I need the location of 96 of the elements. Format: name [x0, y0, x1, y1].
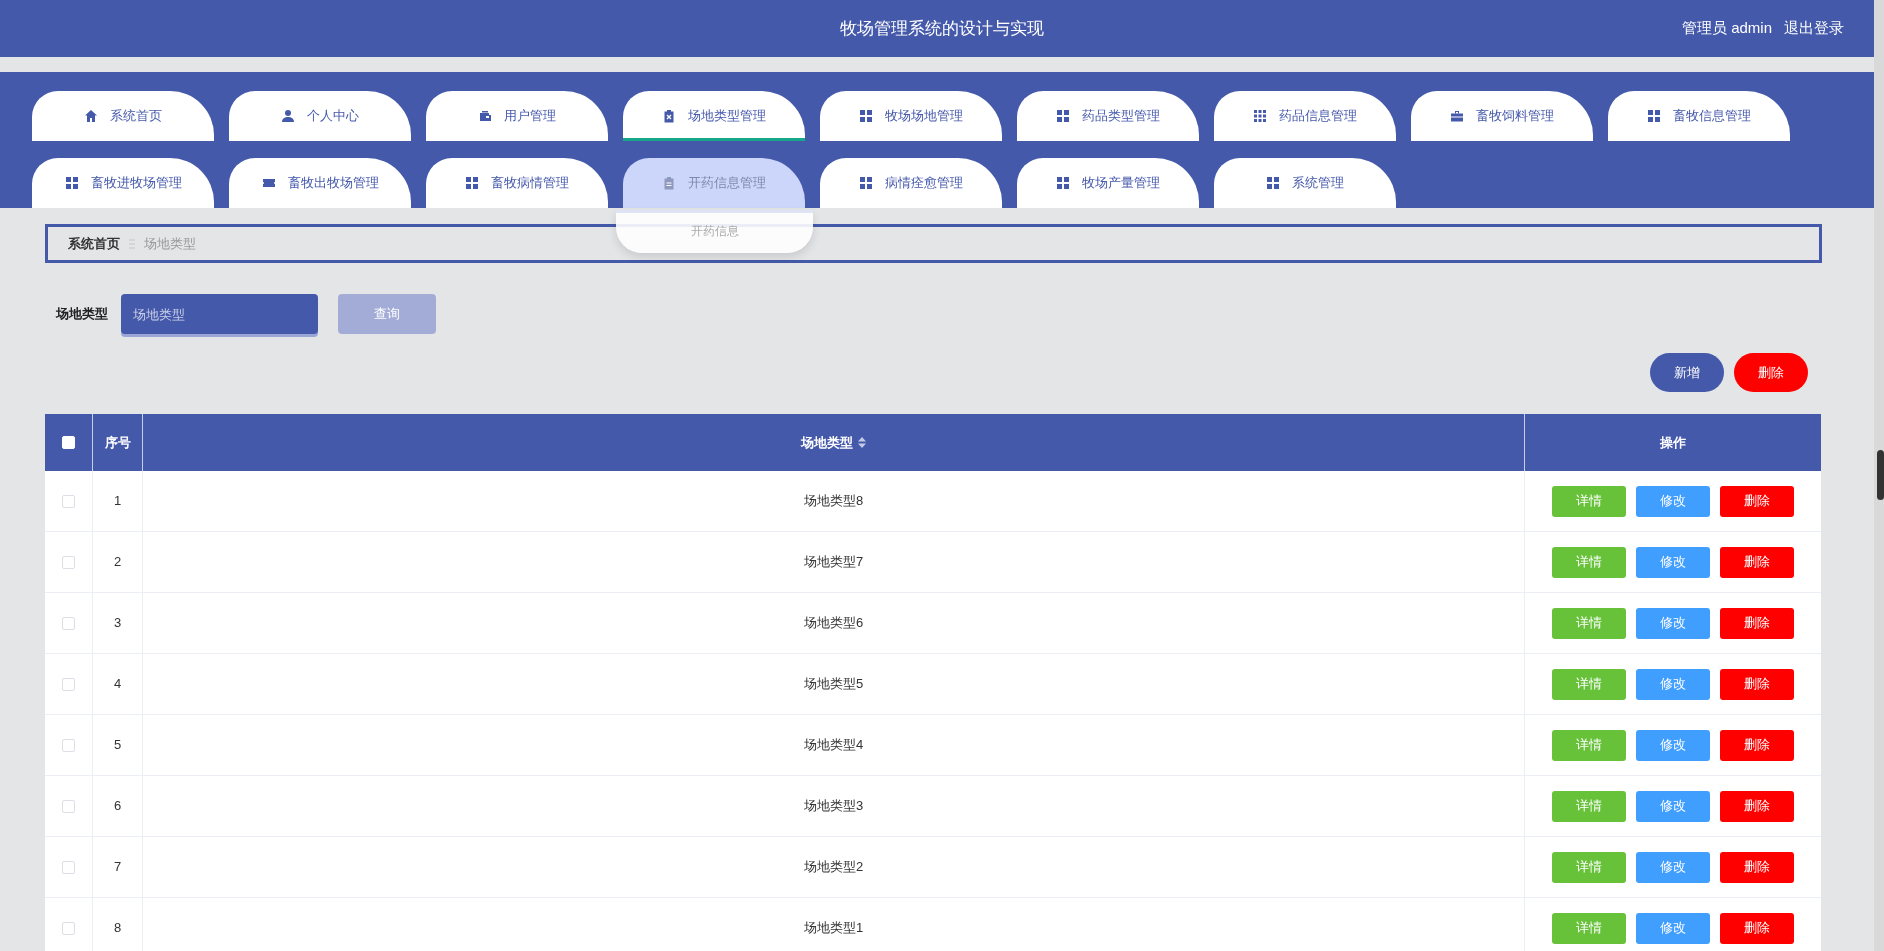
- column-header[interactable]: 操作: [1660, 432, 1686, 453]
- row-checkbox[interactable]: [62, 555, 75, 569]
- row-checkbox[interactable]: [62, 616, 75, 630]
- table-cell-text: 场地类型7: [803, 553, 864, 572]
- detail-button[interactable]: 详情: [1552, 546, 1626, 578]
- select-all-checkbox[interactable]: [62, 436, 75, 449]
- nav-tab[interactable]: 用户管理: [426, 91, 608, 141]
- table-cell-text: 场地类型3: [803, 797, 864, 816]
- delete-button[interactable]: 删除: [1720, 912, 1794, 944]
- table-cell-text: 场地类型8: [803, 492, 864, 511]
- edit-button[interactable]: 修改: [1636, 729, 1710, 761]
- dropdown-item[interactable]: 开药信息: [616, 219, 813, 243]
- index-cell-text: 5: [113, 736, 122, 755]
- delete-button[interactable]: 删除: [1720, 729, 1794, 761]
- edit-button[interactable]: 修改: [1636, 912, 1710, 944]
- search-label: 场地类型: [56, 305, 108, 324]
- search-button[interactable]: 查询: [338, 294, 436, 334]
- edit-button[interactable]: 修改: [1636, 546, 1710, 578]
- index-cell-text: 3: [113, 614, 122, 633]
- index-cell-text: 6: [113, 797, 122, 816]
- detail-button[interactable]: 详情: [1552, 607, 1626, 639]
- clipboard-icon: [662, 176, 676, 190]
- grid-icon: [1647, 109, 1661, 123]
- sort-icon[interactable]: [858, 437, 866, 448]
- grid-icon: [1056, 109, 1070, 123]
- grid-icon: [859, 176, 873, 190]
- delete-button[interactable]: 删除: [1720, 607, 1794, 639]
- delete-button[interactable]: 删除: [1720, 668, 1794, 700]
- nav-tab[interactable]: 畜牧信息管理: [1608, 91, 1790, 141]
- table-cell-text: 场地类型1: [803, 919, 864, 938]
- delete-button[interactable]: 删除: [1720, 546, 1794, 578]
- add-button[interactable]: 新增: [1650, 353, 1724, 392]
- detail-button[interactable]: 详情: [1552, 790, 1626, 822]
- breadcrumb-current: 场地类型: [144, 234, 196, 253]
- edit-button[interactable]: 修改: [1636, 485, 1710, 517]
- nav-tab[interactable]: 开药信息管理: [623, 158, 805, 208]
- table-cell-text: 场地类型4: [803, 736, 864, 755]
- edit-button[interactable]: 修改: [1636, 790, 1710, 822]
- grid-icon: [64, 176, 79, 190]
- index-cell-text: 2: [113, 553, 122, 572]
- row-checkbox[interactable]: [62, 738, 75, 752]
- grid-icon: [465, 176, 479, 190]
- nav-tab[interactable]: 畜牧饲料管理: [1411, 91, 1593, 141]
- index-cell-text: 4: [113, 675, 122, 694]
- edit-button[interactable]: 修改: [1636, 668, 1710, 700]
- grid-icon: [1266, 176, 1280, 190]
- index-cell-text: 8: [113, 919, 122, 938]
- detail-button[interactable]: 详情: [1552, 851, 1626, 883]
- user-icon: [281, 109, 295, 123]
- home-icon: [84, 109, 98, 123]
- delete-button[interactable]: 删除: [1720, 851, 1794, 883]
- grid-icon: [1056, 176, 1070, 190]
- edit-button[interactable]: 修改: [1636, 607, 1710, 639]
- user-label: 管理员 admin: [1681, 18, 1772, 39]
- nav-tab[interactable]: 牧场产量管理: [1017, 158, 1199, 208]
- nav-tab[interactable]: 个人中心: [229, 91, 411, 141]
- index-cell-text: 1: [113, 492, 122, 511]
- grid-icon: [859, 109, 873, 123]
- clipboard-x-icon: [662, 109, 676, 123]
- detail-button[interactable]: 详情: [1552, 668, 1626, 700]
- wallet-icon: [478, 109, 492, 123]
- breadcrumb-link[interactable]: 系统首页: [68, 233, 120, 254]
- briefcase-icon: [1450, 109, 1464, 123]
- nav-tab[interactable]: 系统首页: [32, 91, 214, 141]
- delete-button[interactable]: 删除: [1720, 485, 1794, 517]
- table-cell-text: 场地类型5: [803, 675, 864, 694]
- edit-button[interactable]: 修改: [1636, 851, 1710, 883]
- nav-tab[interactable]: 场地类型管理: [623, 91, 805, 141]
- nav-tab[interactable]: 畜牧病情管理: [426, 158, 608, 208]
- delete-button[interactable]: 删除: [1734, 353, 1808, 392]
- table-cell-text: 场地类型6: [803, 614, 864, 633]
- table-cell-text: 场地类型2: [803, 858, 864, 877]
- nav-tab[interactable]: 药品类型管理: [1017, 91, 1199, 141]
- row-checkbox[interactable]: [62, 677, 75, 691]
- grid-dots-icon: [1253, 109, 1267, 123]
- search-field[interactable]: 场地类型: [121, 294, 318, 334]
- nav-tab[interactable]: 系统管理: [1214, 158, 1396, 208]
- detail-button[interactable]: 详情: [1552, 912, 1626, 944]
- app-title: 牧场管理系统的设计与实现: [840, 17, 1044, 40]
- detail-button[interactable]: 详情: [1552, 729, 1626, 761]
- column-header[interactable]: 序号: [104, 432, 131, 453]
- logout-link[interactable]: 退出登录: [1784, 17, 1844, 40]
- index-cell-text: 7: [113, 858, 122, 877]
- nav-tab[interactable]: 药品信息管理: [1214, 91, 1396, 141]
- row-checkbox[interactable]: [62, 494, 75, 508]
- row-checkbox[interactable]: [62, 921, 75, 935]
- nav-tab[interactable]: 畜牧出牧场管理: [229, 158, 411, 208]
- row-checkbox[interactable]: [62, 860, 75, 874]
- nav-tab[interactable]: 病情痊愈管理: [820, 158, 1002, 208]
- detail-button[interactable]: 详情: [1552, 485, 1626, 517]
- ticket-icon: [261, 176, 276, 190]
- nav-tab[interactable]: 牧场场地管理: [820, 91, 1002, 141]
- nav-tab[interactable]: 畜牧进牧场管理: [32, 158, 214, 208]
- delete-button[interactable]: 删除: [1720, 790, 1794, 822]
- row-checkbox[interactable]: [62, 799, 75, 813]
- column-header[interactable]: 场地类型: [801, 432, 866, 453]
